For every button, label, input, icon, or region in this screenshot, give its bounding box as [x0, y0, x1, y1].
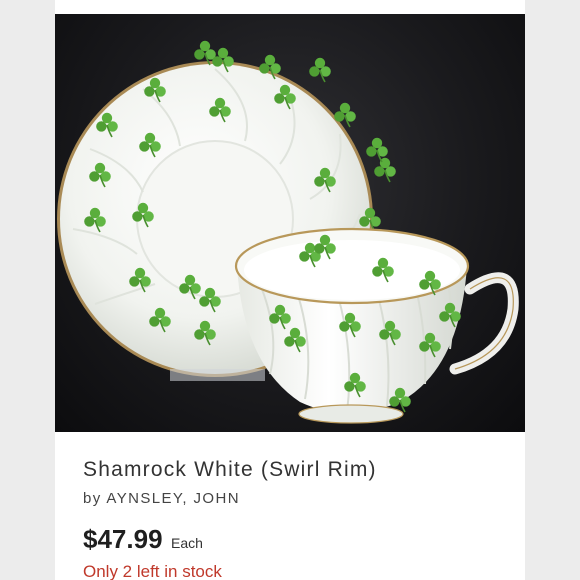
teacup-saucer-illustration: [57, 39, 519, 424]
display-stand: [170, 369, 265, 381]
byline-prefix: by: [83, 490, 102, 507]
price-row: $47.99 Each: [83, 524, 203, 555]
left-frame: [0, 0, 55, 580]
manufacturer-name[interactable]: AYNSLEY, JOHN: [106, 490, 240, 507]
product-title[interactable]: Shamrock White (Swirl Rim): [83, 458, 377, 482]
product-card[interactable]: Shamrock White (Swirl Rim) by AYNSLEY, J…: [55, 0, 525, 580]
product-photo[interactable]: [55, 14, 525, 432]
teacup: [234, 227, 470, 424]
right-frame: [525, 0, 580, 580]
price-unit: Each: [170, 535, 203, 551]
product-price: $47.99: [83, 524, 163, 554]
product-byline: by AYNSLEY, JOHN: [83, 490, 240, 507]
stock-status: Only 2 left in stock: [83, 562, 222, 580]
